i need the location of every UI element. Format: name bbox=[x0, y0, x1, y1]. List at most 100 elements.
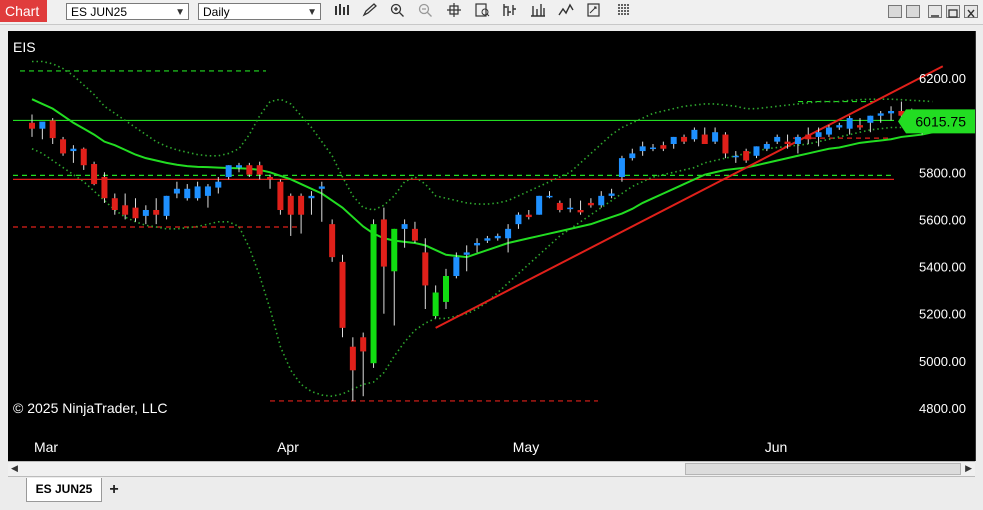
price-axis-label: 5200.00 bbox=[919, 307, 966, 322]
candle-body bbox=[784, 141, 791, 144]
sma-layer bbox=[31, 98, 933, 259]
candle-body bbox=[618, 158, 625, 177]
candle-body bbox=[660, 145, 667, 149]
candle-body bbox=[432, 292, 439, 317]
candle-body bbox=[236, 165, 242, 168]
zoom-in-icon[interactable] bbox=[388, 3, 408, 21]
candle-body bbox=[215, 181, 222, 188]
candle-body bbox=[888, 111, 895, 114]
candle-body bbox=[536, 195, 543, 215]
candle-body bbox=[184, 188, 191, 199]
candle-body bbox=[91, 164, 98, 185]
candle-body bbox=[298, 195, 305, 215]
symbol-label: EIS bbox=[13, 39, 36, 55]
candle-body bbox=[846, 118, 853, 129]
maximize-icon[interactable] bbox=[946, 5, 960, 18]
properties-icon[interactable] bbox=[614, 3, 634, 21]
strategies-icon[interactable] bbox=[556, 3, 576, 21]
bar-chart-icon[interactable] bbox=[332, 3, 352, 21]
candle-body bbox=[173, 188, 180, 194]
horizontal-scrollbar[interactable]: ◀ ▶ bbox=[8, 461, 975, 477]
bar-style-icon[interactable] bbox=[500, 3, 520, 21]
time-axis-label: Jun bbox=[765, 439, 788, 455]
candle-body bbox=[867, 115, 874, 123]
indicators-icon[interactable] bbox=[528, 3, 548, 21]
zoom-out-icon[interactable] bbox=[416, 3, 436, 21]
candle-body bbox=[474, 243, 481, 246]
candle-body bbox=[122, 205, 129, 215]
candle-body bbox=[546, 195, 553, 198]
data-box-icon[interactable] bbox=[472, 3, 492, 21]
candle-body bbox=[494, 235, 501, 239]
candle-body bbox=[753, 146, 760, 156]
candle-body bbox=[101, 177, 108, 199]
candle-body bbox=[163, 195, 170, 216]
chart-toolbar: Chart ES JUN25 ▼ Daily ▼ bbox=[0, 0, 983, 25]
candle-body bbox=[722, 134, 729, 154]
chart-tabs: ES JUN25 + bbox=[0, 478, 983, 510]
candle-body bbox=[204, 186, 211, 196]
instrument-value: ES JUN25 bbox=[71, 5, 128, 19]
candle-body bbox=[825, 127, 832, 135]
candle-body bbox=[484, 238, 491, 241]
candle-body bbox=[608, 193, 615, 196]
candle-body bbox=[256, 165, 263, 175]
candle-body bbox=[598, 195, 605, 206]
instrument-selector[interactable]: ES JUN25 ▼ bbox=[66, 3, 189, 20]
candle-body bbox=[318, 186, 325, 189]
add-tab-button[interactable]: + bbox=[103, 480, 125, 500]
time-axis-label: Mar bbox=[34, 439, 58, 455]
trend-line bbox=[435, 65, 944, 329]
candle-body bbox=[515, 214, 522, 225]
candle-body bbox=[877, 113, 884, 116]
candle-body bbox=[29, 122, 35, 129]
candle-body bbox=[577, 210, 584, 213]
price-axis-label: 5800.00 bbox=[919, 165, 966, 180]
candle-body bbox=[639, 146, 646, 152]
candle-body bbox=[349, 346, 356, 371]
candle-body bbox=[153, 210, 160, 215]
moving-average-line bbox=[31, 98, 933, 259]
period-selector[interactable]: Daily ▼ bbox=[198, 3, 321, 20]
candle-body bbox=[556, 202, 563, 210]
scroll-right-icon[interactable]: ▶ bbox=[965, 463, 972, 474]
candle-body bbox=[712, 132, 719, 142]
time-axis-label: May bbox=[513, 439, 539, 455]
candle-body bbox=[743, 151, 750, 161]
candle-body bbox=[70, 148, 77, 152]
candle-body bbox=[267, 177, 274, 180]
crosshair-icon[interactable] bbox=[444, 3, 464, 21]
tab-es-jun25[interactable]: ES JUN25 bbox=[26, 478, 102, 502]
candle-body bbox=[701, 134, 708, 144]
close-icon[interactable] bbox=[964, 5, 978, 18]
axis-layer: 6200.006000.005800.005600.005400.005200.… bbox=[34, 71, 975, 455]
chart-panel[interactable]: 6200.006000.005800.005600.005400.005200.… bbox=[8, 31, 975, 461]
candle-body bbox=[453, 257, 460, 276]
bollinger-lower-band bbox=[31, 126, 933, 398]
price-axis-label: 5000.00 bbox=[919, 354, 966, 369]
candle-body bbox=[49, 120, 56, 139]
candle-body bbox=[567, 207, 574, 210]
bollinger-bands-layer bbox=[31, 60, 933, 398]
chevron-down-icon: ▼ bbox=[307, 7, 317, 18]
candle-body bbox=[142, 210, 149, 216]
drawing-objects-icon[interactable] bbox=[584, 3, 604, 21]
candle-body bbox=[422, 252, 429, 286]
candle-body bbox=[774, 136, 781, 142]
candle-body bbox=[308, 195, 315, 199]
candle-body bbox=[525, 214, 532, 218]
candle-body bbox=[194, 186, 201, 199]
candle-body bbox=[132, 207, 139, 219]
window-title[interactable]: Chart bbox=[0, 0, 47, 22]
restore-icon[interactable] bbox=[888, 5, 902, 18]
candle-body bbox=[443, 276, 449, 302]
candle-body bbox=[39, 121, 46, 129]
price-chart[interactable]: 6200.006000.005800.005600.005400.005200.… bbox=[8, 31, 975, 461]
candle-body bbox=[815, 132, 822, 137]
minimize-icon[interactable] bbox=[928, 5, 942, 18]
scroll-left-icon[interactable]: ◀ bbox=[11, 463, 18, 474]
pencil-icon[interactable] bbox=[360, 3, 380, 21]
scroll-thumb[interactable] bbox=[685, 463, 961, 475]
link-icon[interactable] bbox=[906, 5, 920, 18]
candle-body bbox=[287, 195, 294, 215]
